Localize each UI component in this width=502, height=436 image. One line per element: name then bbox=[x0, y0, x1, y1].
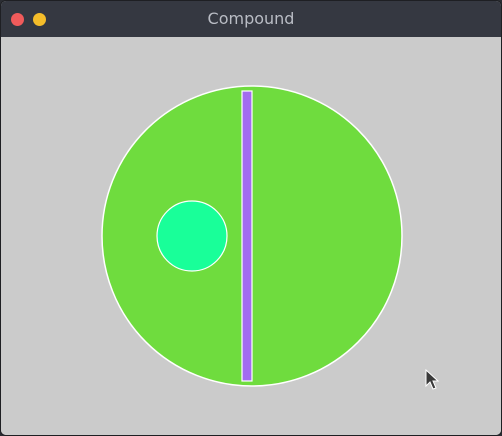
cursor-arrow-path bbox=[425, 369, 439, 390]
title-bar[interactable]: Compound bbox=[1, 1, 501, 38]
small-teal-circle[interactable] bbox=[156, 200, 228, 272]
app-window: Compound bbox=[0, 0, 502, 436]
mouse-cursor-icon bbox=[425, 369, 439, 390]
vertical-purple-bar[interactable] bbox=[241, 90, 253, 382]
window-title: Compound bbox=[207, 9, 295, 28]
